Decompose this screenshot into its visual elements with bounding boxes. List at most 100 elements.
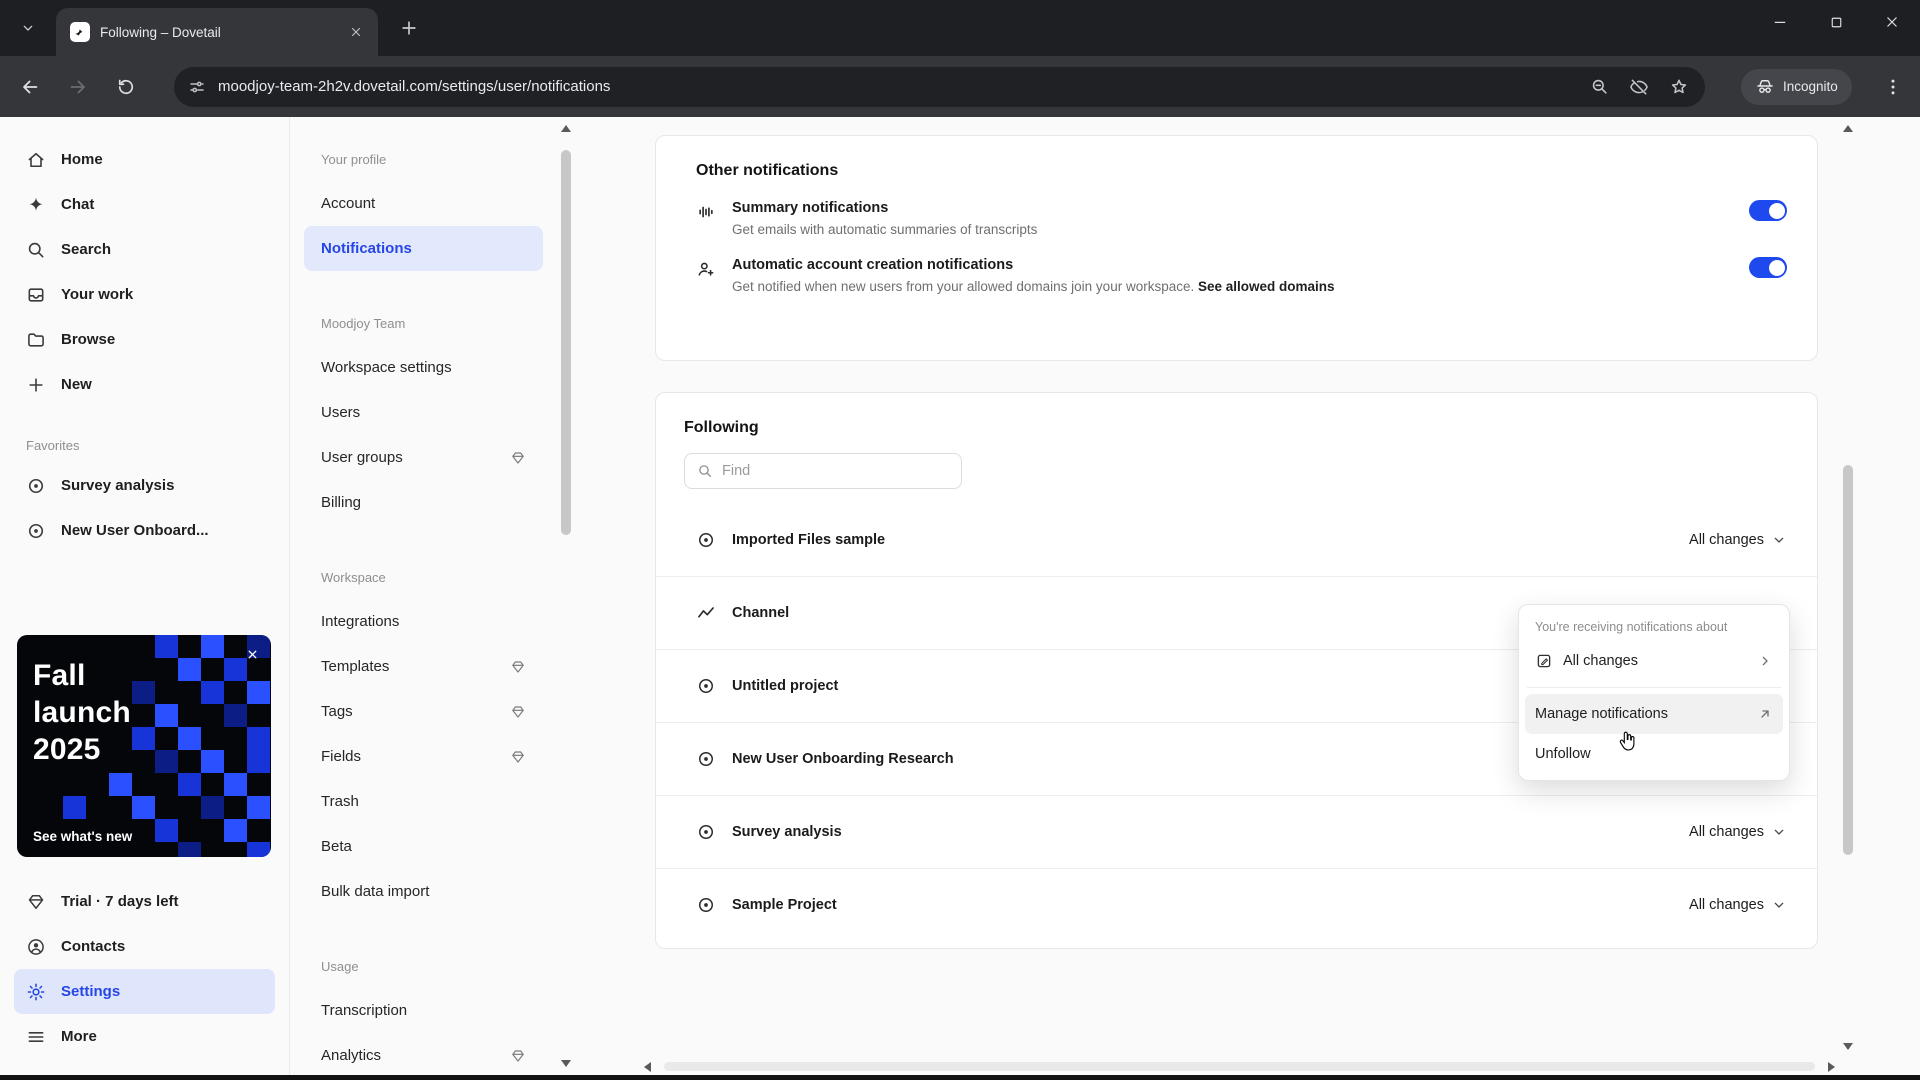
scrollbar-thumb[interactable] — [1843, 465, 1853, 855]
window-minimize-button[interactable] — [1752, 0, 1808, 44]
notification-row-summary: Summary notifications Get emails with au… — [696, 180, 1787, 237]
eye-off-icon[interactable] — [1629, 77, 1649, 97]
popup-item-unfollow[interactable]: Unfollow — [1525, 734, 1783, 774]
target-icon — [28, 523, 44, 538]
person-circle-icon — [28, 938, 44, 955]
incognito-badge: Incognito — [1741, 68, 1852, 105]
close-icon — [1887, 17, 1897, 27]
minimize-icon — [1774, 21, 1786, 23]
sidebar-item-label: More — [61, 1028, 97, 1045]
notification-level-dropdown[interactable]: All changes — [1689, 897, 1787, 913]
settings-nav-item-billing[interactable]: Billing — [304, 480, 543, 525]
url-bar[interactable]: moodjoy-team-2h2v.dovetail.com/settings/… — [174, 66, 1705, 107]
scrollbar-thumb[interactable] — [664, 1062, 1815, 1071]
popup-item-all-changes[interactable]: All changes — [1525, 641, 1783, 681]
sidebar-item-chat[interactable]: Chat — [14, 182, 275, 227]
notification-text: Summary notifications Get emails with au… — [732, 200, 1038, 237]
settings-nav-item-templates[interactable]: Templates — [304, 644, 543, 689]
favorite-item-new-user-onboarding[interactable]: New User Onboard... — [14, 508, 275, 553]
promo-close-button[interactable] — [241, 643, 263, 665]
sidebar-item-new[interactable]: New — [14, 362, 275, 407]
favorite-item-label: New User Onboard... — [61, 522, 209, 539]
content-vertical-scrollbar[interactable] — [1839, 117, 1857, 1058]
find-input[interactable] — [722, 463, 949, 479]
content-horizontal-scrollbar[interactable] — [640, 1058, 1839, 1075]
sidebar-item-search[interactable]: Search — [14, 227, 275, 272]
sidebar-item-settings[interactable]: Settings — [14, 969, 275, 1014]
tab-close-button[interactable] — [344, 20, 368, 44]
popup-item-manage-notifications[interactable]: Manage notifications — [1525, 694, 1783, 734]
settings-nav-item-account[interactable]: Account — [304, 181, 543, 226]
settings-nav-item-fields[interactable]: Fields — [304, 734, 543, 779]
find-search-box[interactable] — [684, 453, 962, 489]
settings-section-heading: Workspace — [321, 569, 386, 585]
gem-icon — [512, 1049, 524, 1062]
forward-button[interactable] — [58, 67, 98, 107]
promo-title: Fall launch 2025 — [33, 659, 131, 766]
settings-nav-item-user-groups[interactable]: User groups — [304, 435, 543, 480]
sidebar-item-home[interactable]: Home — [14, 137, 275, 182]
browser-menu-button[interactable] — [1876, 67, 1910, 107]
scroll-down-arrow[interactable] — [561, 1060, 571, 1067]
account-creation-toggle[interactable] — [1749, 257, 1787, 278]
scroll-up-arrow[interactable] — [561, 125, 571, 132]
scroll-up-arrow[interactable] — [1843, 125, 1853, 132]
window-maximize-button[interactable] — [1808, 0, 1864, 44]
new-tab-button[interactable] — [394, 13, 424, 43]
tab-strip: Following – Dovetail — [0, 0, 1920, 56]
sidebar-footer: Trial · 7 days left Contacts Settings Mo… — [0, 879, 289, 1059]
gem-icon — [512, 705, 524, 718]
plus-icon — [29, 377, 43, 392]
settings-nav-item-tags[interactable]: Tags — [304, 689, 543, 734]
window-close-button[interactable] — [1864, 0, 1920, 44]
favorite-item-survey-analysis[interactable]: Survey analysis — [14, 463, 275, 508]
notification-level-dropdown[interactable]: All changes — [1689, 532, 1787, 548]
sidebar-item-trial[interactable]: Trial · 7 days left — [14, 879, 275, 924]
bookmark-star-icon[interactable] — [1669, 77, 1689, 97]
settings-section-heading: Usage — [321, 958, 359, 974]
notification-level-dropdown[interactable]: All changes — [1689, 824, 1787, 840]
scroll-left-arrow[interactable] — [644, 1062, 651, 1072]
settings-nav-item-workspace-settings[interactable]: Workspace settings — [304, 345, 543, 390]
settings-nav-scrollbar[interactable] — [557, 117, 575, 1075]
other-notifications-card: Other notifications Summary notification… — [655, 135, 1818, 361]
promo-cta-link[interactable]: See what's new — [33, 829, 132, 844]
settings-nav-item-notifications[interactable]: Notifications — [304, 226, 543, 271]
sidebar-item-contacts[interactable]: Contacts — [14, 924, 275, 969]
popup-header: You're receiving notifications about — [1535, 620, 1728, 634]
screen: Following – Dovetail moodjoy-team-2h2v.d… — [0, 0, 1920, 1080]
site-info-icon[interactable] — [188, 78, 206, 96]
back-button[interactable] — [10, 67, 50, 107]
following-row-sample-project[interactable]: Sample Project All changes — [656, 868, 1817, 941]
reload-button[interactable] — [106, 67, 146, 107]
settings-nav-item-bulk-data-import[interactable]: Bulk data import — [304, 869, 543, 914]
close-icon — [351, 27, 361, 37]
promo-card[interactable]: Fall launch 2025 See what's new — [17, 635, 271, 857]
card-title: Following — [684, 419, 759, 436]
scrollbar-thumb[interactable] — [561, 150, 571, 535]
summary-notifications-toggle[interactable] — [1749, 200, 1787, 221]
sparkle-icon — [29, 197, 43, 211]
settings-nav-item-users[interactable]: Users — [304, 390, 543, 435]
following-header: Following — [656, 393, 1817, 503]
scroll-down-arrow[interactable] — [1843, 1043, 1853, 1050]
maximize-icon — [1831, 17, 1841, 27]
settings-nav-item-analytics[interactable]: Analytics — [304, 1033, 543, 1075]
zoom-icon[interactable] — [1590, 77, 1609, 96]
sidebar-item-your-work[interactable]: Your work — [14, 272, 275, 317]
main-sidebar: Home Chat Search Your work Browse New Fa… — [0, 117, 290, 1075]
see-allowed-domains-link[interactable]: See allowed domains — [1198, 279, 1335, 294]
tab-search-button[interactable] — [14, 14, 42, 42]
following-row-imported-files-sample[interactable]: Imported Files sample All changes — [656, 503, 1817, 576]
settings-nav-item-beta[interactable]: Beta — [304, 824, 543, 869]
chevron-down-icon — [1774, 537, 1784, 543]
browser-tab[interactable]: Following – Dovetail — [56, 8, 378, 56]
sidebar-item-more[interactable]: More — [14, 1014, 275, 1059]
following-row-survey-analysis[interactable]: Survey analysis All changes — [656, 795, 1817, 868]
settings-nav-item-trash[interactable]: Trash — [304, 779, 543, 824]
settings-nav-item-transcription[interactable]: Transcription — [304, 988, 543, 1033]
settings-nav-item-integrations[interactable]: Integrations — [304, 599, 543, 644]
scroll-right-arrow[interactable] — [1828, 1062, 1835, 1072]
screen-bottom-edge — [0, 1075, 1920, 1080]
sidebar-item-browse[interactable]: Browse — [14, 317, 275, 362]
